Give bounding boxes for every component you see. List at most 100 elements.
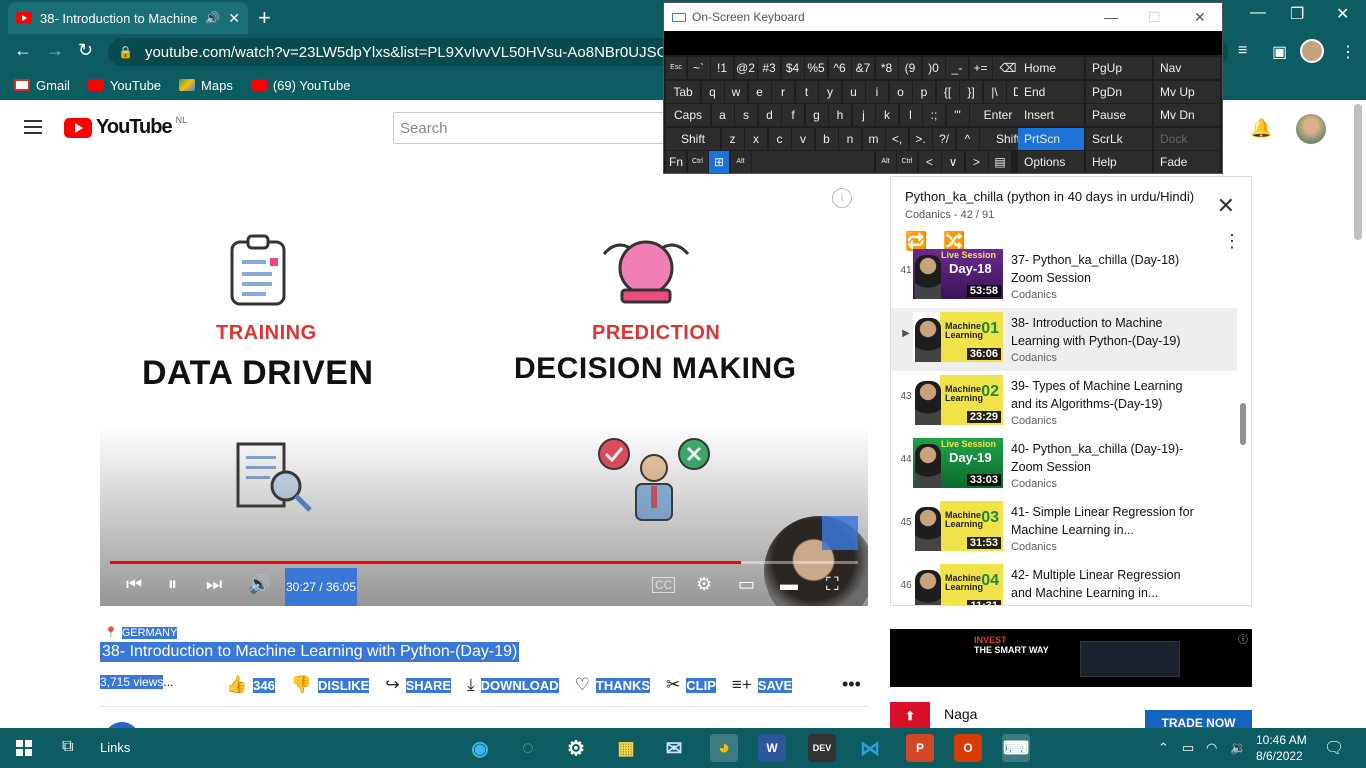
osk-key[interactable]: o: [889, 80, 912, 103]
playlist-close-icon[interactable]: ✕: [1217, 193, 1235, 219]
links-toolbar[interactable]: Links: [100, 740, 130, 755]
speaker-icon[interactable]: 🔊: [205, 11, 220, 25]
osk-key[interactable]: j: [852, 104, 875, 126]
osk-key[interactable]: *8: [875, 57, 898, 79]
progress-bar[interactable]: [110, 561, 858, 564]
osk-key[interactable]: @2: [734, 57, 757, 79]
osk-taskbar-icon[interactable]: ⌨: [1002, 734, 1030, 762]
bell-icon[interactable]: 🔔: [1250, 118, 1272, 139]
osk-key[interactable]: d: [758, 104, 781, 126]
osk-key[interactable]: #3: [758, 57, 780, 79]
playlist-title[interactable]: Python_ka_chilla (python in 40 days in u…: [905, 189, 1194, 204]
settings-gear-icon[interactable]: ⚙: [562, 734, 590, 762]
hamburger-menu-icon[interactable]: [24, 120, 42, 134]
theater-mode-icon[interactable]: ▬: [780, 574, 798, 595]
page-scrollbar[interactable]: [1354, 104, 1362, 240]
osk-key[interactable]: ^: [956, 127, 979, 150]
osk-nav-key[interactable]: Fade: [1154, 151, 1220, 173]
bookmark-maps[interactable]: Maps: [179, 78, 233, 93]
video-player[interactable]: i TRAINING DATA DRIVEN PREDICTION DECISI…: [100, 176, 868, 606]
osk-key[interactable]: Ctrl: [687, 151, 708, 173]
osk-key[interactable]: Alt: [875, 151, 896, 173]
osk-key[interactable]: !1: [711, 57, 733, 79]
bookmark-youtube-69[interactable]: (69) YouTube: [250, 78, 350, 93]
osk-key[interactable]: r: [772, 80, 794, 103]
like-button[interactable]: 👍 346: [226, 675, 275, 695]
vscode-icon[interactable]: ⋈: [856, 734, 884, 762]
osk-nav-key[interactable]: Home: [1018, 57, 1084, 79]
osk-close-button[interactable]: ✕: [1194, 9, 1206, 26]
osk-nav-key[interactable]: Mv Up: [1154, 80, 1220, 103]
osk-key[interactable]: |\: [983, 80, 1006, 103]
osk-nav-key[interactable]: ScrLk: [1086, 127, 1152, 150]
office-icon[interactable]: O: [954, 734, 982, 762]
osk-nav-key[interactable]: Insert: [1018, 104, 1084, 126]
osk-key[interactable]: )0: [922, 57, 945, 79]
osk-nav-key[interactable]: PgDn: [1086, 80, 1152, 103]
thanks-button[interactable]: ♡ THANKS: [575, 675, 651, 695]
osk-key[interactable]: ?/: [933, 127, 955, 150]
minimize-button[interactable]: —: [1250, 4, 1266, 22]
osk-key[interactable]: z: [721, 127, 744, 150]
osk-maximize-button[interactable]: ☐: [1148, 9, 1161, 26]
back-arrow-icon[interactable]: ←: [14, 40, 32, 61]
close-window-button[interactable]: ✕: [1336, 4, 1349, 24]
osk-key[interactable]: n: [839, 127, 861, 150]
ad-info-icon[interactable]: ⓘ: [1238, 631, 1248, 646]
osk-nav-key[interactable]: PgUp: [1086, 57, 1152, 79]
wifi-icon[interactable]: ◠: [1206, 740, 1217, 756]
osk-key[interactable]: q: [701, 80, 724, 103]
osk-key[interactable]: h: [829, 104, 851, 126]
next-icon[interactable]: ⏭: [206, 574, 222, 595]
osk-nav-key[interactable]: Options: [1018, 151, 1084, 173]
osk-key[interactable]: Tab: [666, 80, 700, 103]
osk-key[interactable]: t: [795, 80, 818, 103]
playlist-item[interactable]: 41 Live Session Day-18 53:58 37- Python_…: [891, 245, 1237, 308]
share-button[interactable]: ↪ SHARE: [385, 675, 452, 695]
powerpoint-icon[interactable]: P: [906, 734, 934, 762]
osk-minimize-button[interactable]: —: [1104, 9, 1118, 25]
bookmark-youtube[interactable]: YouTube: [87, 78, 161, 93]
notification-icon[interactable]: 🗨: [1324, 738, 1344, 758]
miniplayer-icon[interactable]: ▭: [738, 574, 755, 595]
avatar[interactable]: [1296, 114, 1326, 144]
osk-nav-key[interactable]: Dock: [1154, 127, 1220, 150]
osk-nav-key[interactable]: PrtScn: [1018, 127, 1084, 150]
osk-titlebar[interactable]: On-Screen Keyboard — ☐ ✕: [664, 3, 1222, 31]
osk-key[interactable]: l: [899, 104, 922, 126]
osk-key[interactable]: u: [842, 80, 865, 103]
osk-key[interactable]: w: [725, 80, 747, 103]
volume-icon[interactable]: 🔉: [1230, 740, 1246, 756]
osk-key[interactable]: ▤: [989, 151, 1011, 173]
edge-icon[interactable]: ◉: [466, 734, 494, 762]
dev-icon[interactable]: DEV: [808, 734, 836, 762]
save-button[interactable]: ≡+ SAVE: [732, 675, 793, 695]
osk-nav-key[interactable]: Help: [1086, 151, 1152, 173]
osk-key[interactable]: Esc: [666, 57, 686, 79]
osk-key[interactable]: v: [792, 127, 814, 150]
osk-key[interactable]: s: [735, 104, 757, 126]
search-input[interactable]: Search: [393, 112, 683, 144]
osk-key[interactable]: {[: [936, 80, 959, 103]
windows-start-icon[interactable]: [16, 740, 32, 756]
advertisement-banner[interactable]: INVEST THE SMART WAY ⓘ: [890, 629, 1252, 687]
osk-key[interactable]: :;: [923, 104, 945, 126]
side-panel-icon[interactable]: ▣: [1272, 42, 1287, 62]
dislike-button[interactable]: 👎 DISLIKE: [291, 675, 370, 695]
pause-icon[interactable]: ⏸: [168, 574, 177, 595]
settings-gear-icon[interactable]: ⚙: [696, 574, 712, 595]
playlist-item[interactable]: 44 Live Session Day-19 33:03 40- Python_…: [891, 434, 1237, 497]
osk-key[interactable]: e: [748, 80, 771, 103]
mail-icon[interactable]: ✉: [660, 734, 688, 762]
youtube-logo[interactable]: YouTube NL: [64, 115, 187, 139]
osk-key[interactable]: g: [805, 104, 828, 126]
download-button[interactable]: ⤓ DOWNLOAD: [467, 675, 559, 695]
osk-key[interactable]: +=: [969, 57, 992, 79]
playlist-scrollbar[interactable]: [1240, 403, 1246, 445]
osk-key[interactable]: c: [768, 127, 791, 150]
playlist-item[interactable]: ▶ Machine Learning 01 36:06 38- Introduc…: [891, 308, 1237, 371]
restore-button[interactable]: ❐: [1290, 4, 1304, 24]
battery-icon[interactable]: ▭: [1182, 740, 1194, 756]
osk-key[interactable]: Fn: [666, 151, 686, 173]
osk-key[interactable]: Ctrl: [897, 151, 917, 173]
